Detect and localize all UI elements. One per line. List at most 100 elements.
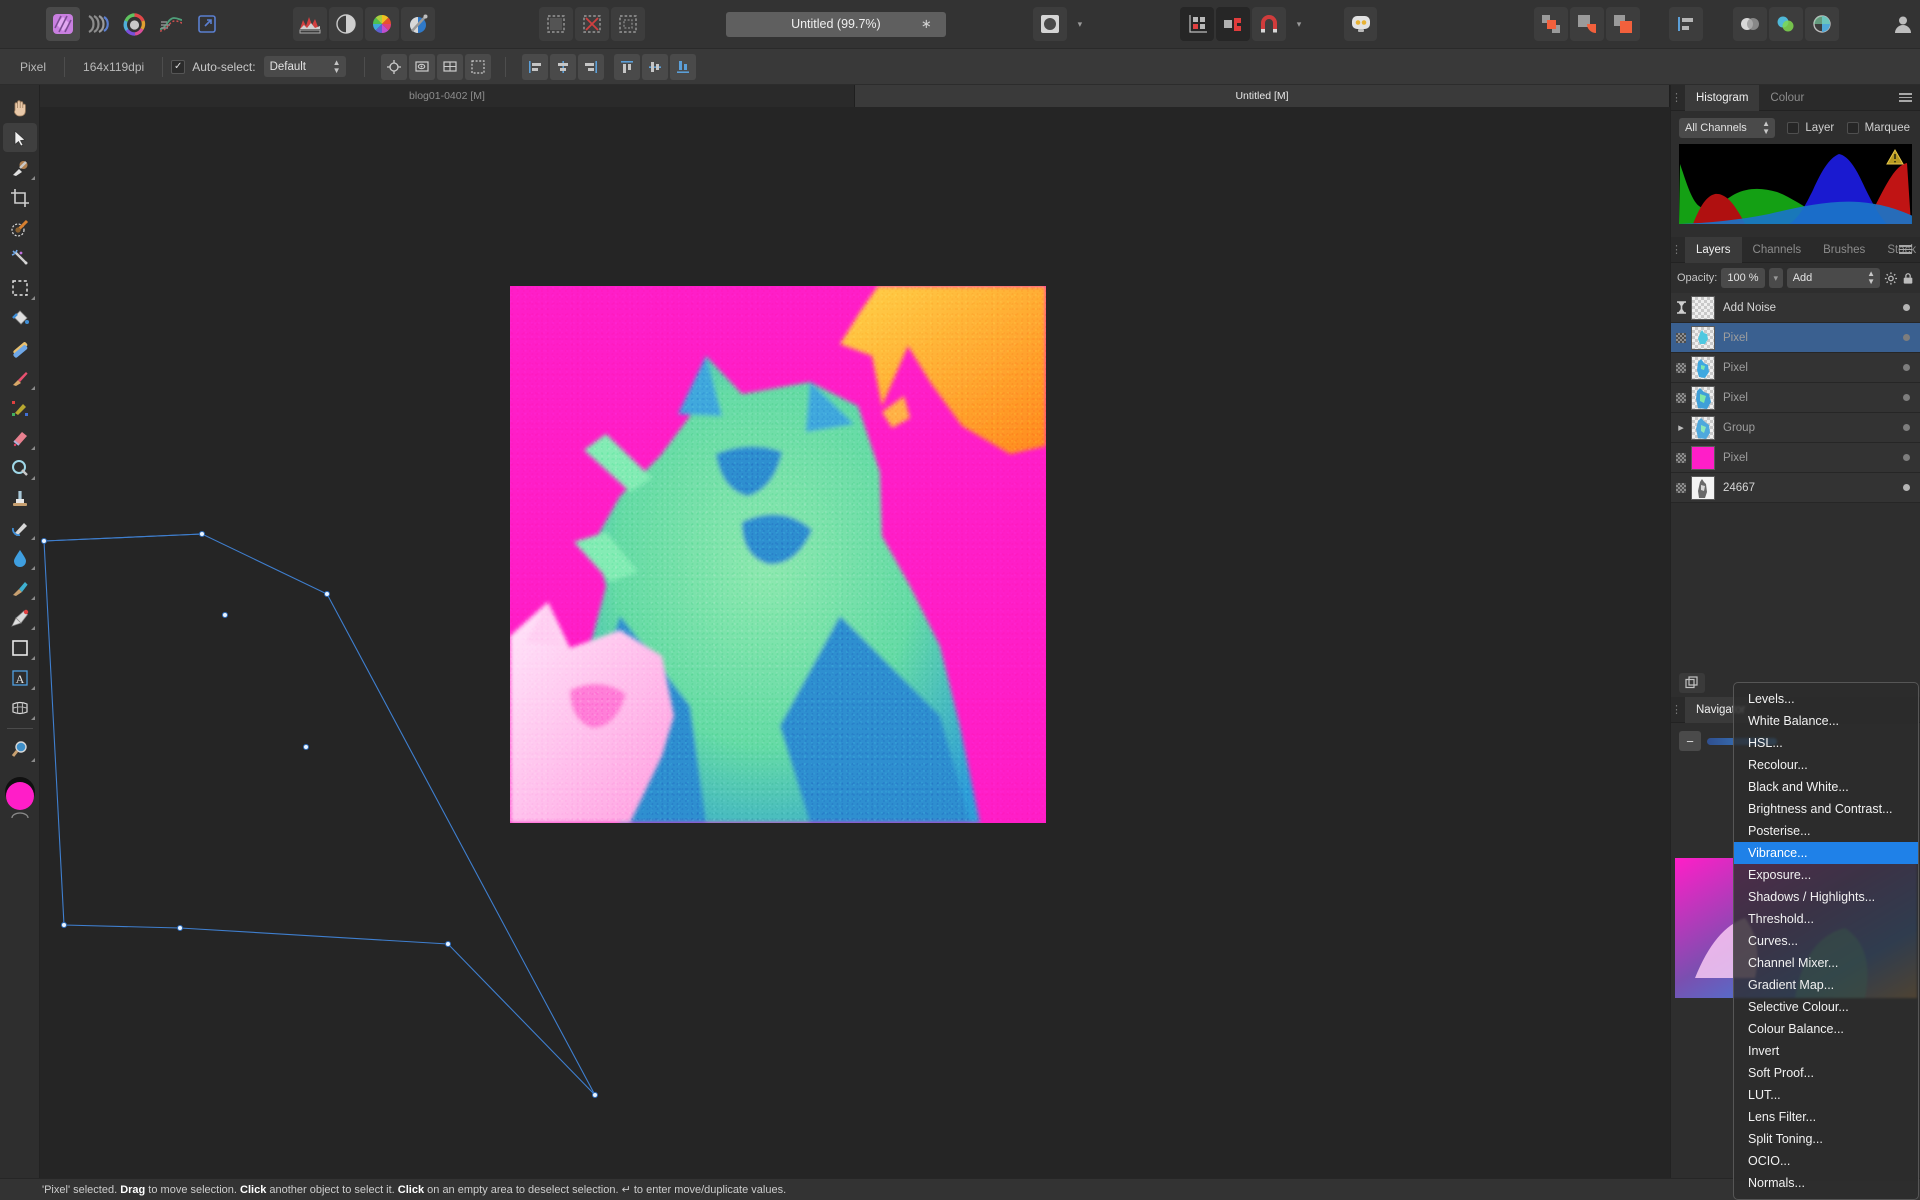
selection-node-5[interactable] [177,925,183,931]
account-button[interactable] [1886,7,1920,41]
table-row[interactable]: Pixel [1671,443,1920,473]
menu-item-curves[interactable]: Curves... [1734,930,1918,952]
checker-icon[interactable] [1671,323,1691,353]
table-row[interactable]: Pixel [1671,323,1920,353]
dodge-burn-tool[interactable] [3,453,37,482]
align-left-button[interactable] [521,53,548,80]
warning-triangle-icon[interactable] [1886,149,1904,165]
paint-bucket-tool[interactable] [3,303,37,332]
menu-item-white-balance[interactable]: White Balance... [1734,710,1918,732]
histogram-toolbar-button[interactable] [292,7,327,41]
artboard[interactable] [510,286,1046,823]
mesh-warp-tool[interactable] [3,693,37,722]
refine-selection-button[interactable] [538,7,573,41]
align-right-button[interactable] [577,53,604,80]
table-row[interactable]: ▸ Group [1671,413,1920,443]
menu-item-vibrance[interactable]: Vibrance... [1734,842,1918,864]
checker-icon[interactable] [1671,473,1691,503]
colour-swatch-area[interactable] [0,768,40,824]
invert-selection-button[interactable] [610,7,645,41]
marquee-tool[interactable] [3,273,37,302]
show-selection-bounds-button[interactable] [464,53,491,80]
lock-icon[interactable] [1902,271,1914,286]
export-persona-button[interactable] [190,7,224,41]
layer-thumbnail[interactable] [1691,475,1715,500]
auto-select-checkbox[interactable]: ✓ [171,59,186,74]
menu-item-ocio[interactable]: OCIO... [1734,1150,1918,1172]
inpainting-tool[interactable] [3,573,37,602]
menu-item-hsl[interactable]: HSL... [1734,732,1918,754]
selection-node-0[interactable] [41,538,47,544]
layer-thumbnail[interactable] [1691,295,1715,320]
tab-channels[interactable]: Channels [1742,237,1813,263]
move-origin-button[interactable] [380,53,407,80]
pen-tool[interactable] [3,603,37,632]
layer-thumbnail[interactable] [1691,445,1715,470]
document-tab-blog01[interactable]: blog01-0402 [M] [40,85,855,107]
assistant-dropdown-button[interactable]: ▾ [1069,9,1091,39]
flood-select-tool[interactable] [3,243,37,272]
show-grid-button[interactable] [1180,7,1215,41]
snapping-dropdown-button[interactable]: ▾ [1288,9,1310,39]
colour-picker-tool[interactable] [3,153,37,182]
table-row[interactable]: Add Noise [1671,293,1920,323]
selection-node-7[interactable] [445,941,451,947]
white-balance-button[interactable] [400,7,435,41]
menu-item-shadows-highlights[interactable]: Shadows / Highlights... [1734,886,1918,908]
menu-item-selective-colour[interactable]: Selective Colour... [1734,996,1918,1018]
gradient-tool[interactable] [3,333,37,362]
canvas-area[interactable] [40,107,1670,1178]
selection-node-8[interactable] [592,1092,598,1098]
pixel-tool[interactable] [3,393,37,422]
selection-brush-tool[interactable] [3,213,37,242]
histogram-panel-menu-icon[interactable] [1899,93,1912,102]
layer-effects-button[interactable] [1768,7,1803,41]
checker-icon[interactable] [1671,353,1691,383]
tone-mapping-persona-button[interactable] [154,7,188,41]
menu-item-threshold[interactable]: Threshold... [1734,908,1918,930]
assistant-robot-button[interactable] [1343,7,1378,41]
selection-node-6[interactable] [61,922,67,928]
develop-persona-button[interactable] [118,7,152,41]
align-centre-horizontal-button[interactable] [549,53,576,80]
chevron-right-icon[interactable]: ▸ [1671,413,1691,443]
artistic-text-tool[interactable]: A [3,663,37,692]
panel-grip[interactable]: ⋮⋮ [1671,243,1692,256]
table-row[interactable]: Pixel [1671,353,1920,383]
assistant-settings-button[interactable] [1032,7,1067,41]
rectangle-tool[interactable] [3,633,37,662]
menu-item-invert[interactable]: Invert [1734,1040,1918,1062]
align-middle-vertical-button[interactable] [641,53,668,80]
show-rulers-button[interactable] [436,53,463,80]
menu-item-posterise[interactable]: Posterise... [1734,820,1918,842]
add-adjustment-button[interactable] [1679,673,1705,693]
layer-visibility-dot[interactable] [1903,484,1910,491]
layer-thumbnail[interactable] [1691,415,1715,440]
selection-node-1[interactable] [199,531,205,537]
tab-brushes[interactable]: Brushes [1812,237,1876,263]
layer-thumbnail[interactable] [1691,355,1715,380]
checker-icon[interactable] [1671,383,1691,413]
snapping-candidates-button[interactable] [1216,7,1251,41]
smudge-tool[interactable] [3,513,37,542]
shadow-highlight-button[interactable] [328,7,363,41]
tab-histogram[interactable]: Histogram [1685,84,1760,111]
marquee-radio-row[interactable]: Marquee [1846,122,1910,134]
opacity-dropdown[interactable]: ▾ [1768,268,1783,288]
opacity-field[interactable]: 100 % [1721,268,1765,288]
document-title-field[interactable]: Untitled (99.7%) ∗ [725,11,946,37]
tab-colour[interactable]: Colour [1759,85,1815,111]
menu-item-levels[interactable]: Levels... [1734,688,1918,710]
menu-item-lens-filter[interactable]: Lens Filter... [1734,1106,1918,1128]
layer-visibility-dot[interactable] [1903,424,1910,431]
layer-visibility-dot[interactable] [1903,304,1910,311]
channel-select[interactable]: All Channels ▲ ▼ [1679,118,1775,138]
layers-list[interactable]: Add Noise Pixel Pixel Pixel ▸ Group Pixel 24667 [1671,293,1920,503]
show-bounds-button[interactable] [408,53,435,80]
layer-visibility-dot[interactable] [1903,394,1910,401]
blur-brush-tool[interactable] [3,543,37,572]
menu-item-split-toning[interactable]: Split Toning... [1734,1128,1918,1150]
menu-item-lut[interactable]: LUT... [1734,1084,1918,1106]
auto-select-dropdown[interactable]: Default ▲ ▼ [263,56,346,77]
arrange-back-button[interactable] [1569,7,1604,41]
